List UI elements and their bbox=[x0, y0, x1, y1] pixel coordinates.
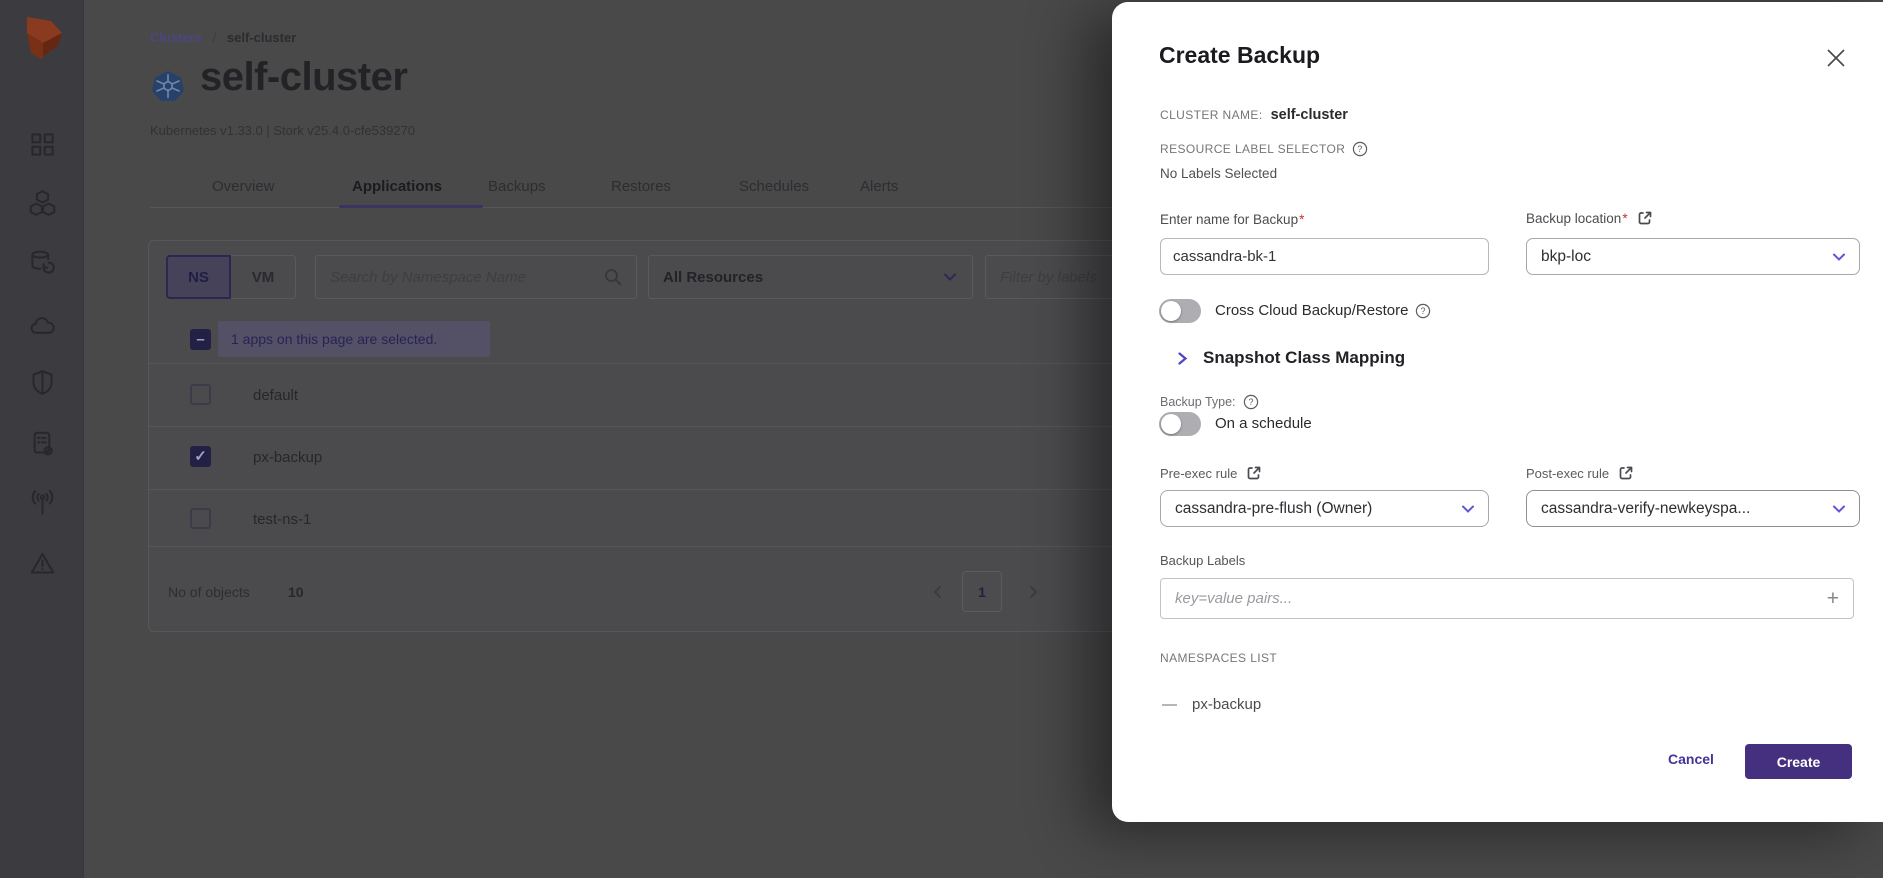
cluster-version-subtitle: Kubernetes v1.33.0 | Stork v25.4.0-cfe53… bbox=[150, 123, 415, 138]
page-size-value[interactable]: 10 bbox=[288, 584, 304, 600]
pagination-page-1[interactable]: 1 bbox=[962, 571, 1002, 612]
required-asterisk: * bbox=[1622, 211, 1627, 226]
alerts-warning-icon[interactable] bbox=[29, 550, 56, 577]
namespaces-list-item: — px-backup bbox=[1162, 696, 1261, 713]
cross-cloud-label: Cross Cloud Backup/Restore ? bbox=[1215, 302, 1431, 319]
breadcrumb-current: self-cluster bbox=[227, 30, 296, 45]
chevron-down-icon bbox=[942, 269, 958, 285]
active-tab-underline bbox=[339, 205, 483, 208]
pre-exec-rule-select[interactable]: cassandra-pre-flush (Owner) bbox=[1160, 490, 1489, 527]
table-row-namespace: px-backup bbox=[253, 449, 322, 466]
svg-text:?: ? bbox=[1421, 306, 1426, 316]
backup-type-label: Backup Type: bbox=[1160, 395, 1236, 409]
create-button[interactable]: Create bbox=[1745, 744, 1852, 779]
kubernetes-icon bbox=[152, 70, 184, 102]
objects-count-label: No of objects bbox=[168, 584, 250, 600]
backup-location-select[interactable]: bkp-loc bbox=[1526, 238, 1860, 275]
breadcrumb-separator: / bbox=[213, 30, 217, 45]
cloud-icon[interactable] bbox=[29, 312, 56, 339]
resource-filter-value: All Resources bbox=[663, 269, 763, 286]
rules-document-icon[interactable] bbox=[29, 430, 56, 457]
tab-schedules[interactable]: Schedules bbox=[739, 178, 809, 195]
external-link-icon[interactable] bbox=[1637, 210, 1653, 226]
post-exec-rule-select[interactable]: cassandra-verify-newkeyspa... bbox=[1526, 490, 1860, 527]
resource-filter-select[interactable]: All Resources bbox=[648, 255, 973, 299]
row-checkbox-test-ns-1[interactable] bbox=[190, 508, 211, 529]
backup-type-row: Backup Type: ? bbox=[1160, 394, 1259, 410]
tab-applications[interactable]: Applications bbox=[352, 178, 442, 195]
namespace-name: px-backup bbox=[1192, 696, 1261, 713]
snapshot-class-mapping-expander[interactable]: Snapshot Class Mapping bbox=[1176, 348, 1405, 368]
backup-labels-input[interactable] bbox=[1175, 590, 1827, 607]
sidebar bbox=[0, 0, 84, 878]
post-exec-rule-label: Post-exec rule bbox=[1526, 465, 1634, 481]
cancel-button[interactable]: Cancel bbox=[1668, 751, 1714, 767]
shield-icon[interactable] bbox=[29, 369, 56, 396]
required-asterisk: * bbox=[1299, 212, 1304, 227]
backup-labels-label: Backup Labels bbox=[1160, 553, 1245, 568]
tab-alerts[interactable]: Alerts bbox=[860, 178, 898, 195]
row-checkbox-px-backup[interactable]: ✓ bbox=[190, 446, 211, 467]
schedule-toggle-label: On a schedule bbox=[1215, 415, 1312, 432]
pre-exec-rule-value: cassandra-pre-flush (Owner) bbox=[1175, 500, 1372, 518]
cluster-name-label: CLUSTER NAME: bbox=[1160, 108, 1263, 122]
info-icon[interactable]: ? bbox=[1415, 303, 1431, 319]
row-checkbox-default[interactable] bbox=[190, 384, 211, 405]
snapshot-class-mapping-label: Snapshot Class Mapping bbox=[1203, 348, 1405, 368]
tab-backups[interactable]: Backups bbox=[488, 178, 546, 195]
add-label-button[interactable]: + bbox=[1827, 588, 1839, 609]
external-link-icon[interactable] bbox=[1246, 465, 1262, 481]
dashboard-grid-icon[interactable] bbox=[29, 131, 56, 158]
select-all-checkbox[interactable]: – bbox=[190, 329, 211, 350]
table-row-namespace: default bbox=[253, 387, 298, 404]
ns-segment-button[interactable]: NS bbox=[166, 255, 231, 299]
page-title: self-cluster bbox=[200, 55, 407, 100]
external-link-icon[interactable] bbox=[1618, 465, 1634, 481]
activity-antenna-icon[interactable] bbox=[29, 490, 56, 517]
chevron-right-icon bbox=[1176, 352, 1189, 365]
resource-label-selector-row: RESOURCE LABEL SELECTOR ? bbox=[1160, 141, 1368, 157]
namespace-search-input[interactable] bbox=[315, 255, 637, 299]
tab-restores[interactable]: Restores bbox=[611, 178, 671, 195]
cluster-name-row: CLUSTER NAME: self-cluster bbox=[1160, 107, 1348, 123]
backup-location-label: Backup location* bbox=[1526, 210, 1653, 226]
list-dash-marker: — bbox=[1162, 696, 1177, 713]
drawer-title: Create Backup bbox=[1159, 42, 1320, 69]
table-row-namespace: test-ns-1 bbox=[253, 511, 311, 528]
backup-labels-field: + bbox=[1160, 578, 1854, 619]
cross-cloud-toggle[interactable] bbox=[1159, 299, 1201, 323]
schedule-toggle[interactable] bbox=[1159, 412, 1201, 436]
post-exec-rule-value: cassandra-verify-newkeyspa... bbox=[1541, 500, 1750, 518]
backup-name-input[interactable] bbox=[1160, 238, 1489, 275]
resource-label-selector-label: RESOURCE LABEL SELECTOR bbox=[1160, 142, 1345, 156]
pagination-next-icon[interactable] bbox=[1025, 584, 1041, 600]
svg-text:?: ? bbox=[1358, 144, 1363, 154]
portworx-logo-icon[interactable] bbox=[18, 15, 66, 63]
info-icon[interactable]: ? bbox=[1352, 141, 1368, 157]
tab-overview[interactable]: Overview bbox=[212, 178, 275, 195]
breadcrumb: Clusters / self-cluster bbox=[150, 30, 296, 45]
pagination-prev-icon[interactable] bbox=[930, 584, 946, 600]
chevron-down-icon bbox=[1831, 501, 1847, 517]
create-backup-drawer: Create Backup CLUSTER NAME:self-cluster … bbox=[1112, 2, 1883, 822]
close-icon[interactable] bbox=[1824, 46, 1848, 70]
search-icon bbox=[603, 267, 623, 287]
info-icon[interactable]: ? bbox=[1243, 394, 1259, 410]
svg-text:?: ? bbox=[1248, 397, 1253, 407]
backup-name-label: Enter name for Backup* bbox=[1160, 212, 1304, 227]
no-labels-text: No Labels Selected bbox=[1160, 166, 1277, 181]
backups-database-icon[interactable] bbox=[29, 249, 56, 276]
backup-location-value: bkp-loc bbox=[1541, 248, 1591, 266]
chevron-down-icon bbox=[1460, 501, 1476, 517]
chevron-down-icon bbox=[1831, 249, 1847, 265]
breadcrumb-clusters-link[interactable]: Clusters bbox=[150, 30, 202, 45]
selection-banner: 1 apps on this page are selected. bbox=[218, 321, 490, 357]
namespace-vm-toggle: NS VM bbox=[166, 255, 296, 299]
applications-cubes-icon[interactable] bbox=[29, 189, 56, 216]
cluster-name-value: self-cluster bbox=[1271, 107, 1348, 123]
pre-exec-rule-label: Pre-exec rule bbox=[1160, 465, 1262, 481]
vm-segment-button[interactable]: VM bbox=[231, 255, 296, 299]
namespaces-list-heading: NAMESPACES LIST bbox=[1160, 651, 1277, 665]
